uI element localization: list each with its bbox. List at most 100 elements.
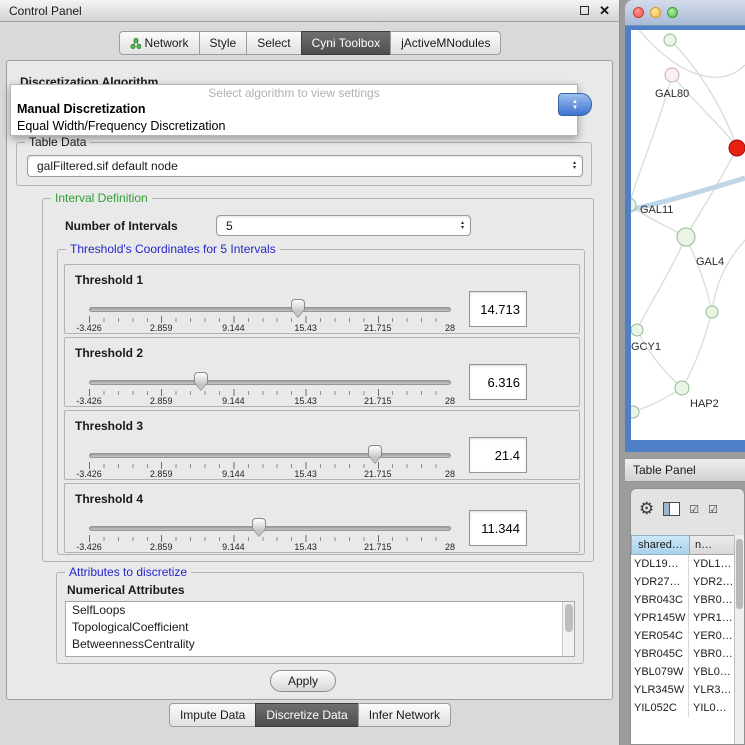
tab-label: Discretize Data — [266, 708, 347, 722]
tick-label: 9.144 — [222, 396, 245, 406]
number-of-intervals-value: 5 — [226, 219, 233, 233]
table-row[interactable]: YDL19…YDL1… — [631, 555, 736, 573]
dropdown-option-manual[interactable]: Manual Discretization — [11, 101, 577, 118]
threshold-slider[interactable]: -3.426 2.859 9.144 15.43 21.715 28 — [89, 451, 451, 479]
slider-track[interactable] — [89, 380, 451, 385]
table-row[interactable]: YBR043CYBR0… — [631, 591, 736, 609]
tick-label: 9.144 — [222, 469, 245, 479]
list-item[interactable]: TopologicalCoefficient — [66, 619, 574, 636]
threshold-value-field[interactable] — [469, 437, 527, 473]
network-node-selected-red[interactable] — [729, 140, 745, 156]
slider-thumb[interactable] — [194, 372, 208, 385]
list-item[interactable]: SelfLoops — [66, 602, 574, 619]
tab-discretize-data[interactable]: Discretize Data — [255, 703, 358, 727]
dropdown-option-equal-width[interactable]: Equal Width/Frequency Discretization — [11, 118, 577, 135]
tab-impute-data[interactable]: Impute Data — [169, 703, 256, 727]
tab-label: Infer Network — [369, 708, 440, 722]
algorithm-combobox-stepper[interactable]: ▲ ▼ — [558, 93, 592, 116]
node-label: GAL11 — [640, 204, 673, 216]
network-window-titlebar[interactable] — [625, 0, 745, 26]
select-all-icon[interactable]: ☑ — [689, 503, 699, 516]
cell: YBL0… — [689, 663, 736, 681]
slider-track[interactable] — [89, 453, 451, 458]
network-node[interactable] — [706, 306, 718, 318]
node-label: GCY1 — [631, 341, 661, 353]
column-header-shared-name[interactable]: shared… — [631, 535, 690, 555]
threshold-slider[interactable]: -3.426 2.859 9.144 15.43 21.715 28 — [89, 378, 451, 406]
cell: YIL0… — [689, 699, 736, 717]
node-label: HAP2 — [690, 398, 719, 410]
network-node[interactable] — [664, 34, 676, 46]
tab-cyni-toolbox[interactable]: Cyni Toolbox — [301, 31, 391, 55]
tick-label: 28 — [445, 323, 455, 333]
network-canvas[interactable]: GAL80 GAL11 GAL4 GCY1 HAP2 — [631, 30, 745, 440]
zoom-traffic-light[interactable] — [667, 7, 678, 18]
tab-style[interactable]: Style — [199, 31, 248, 55]
table-scrollbar[interactable] — [734, 535, 744, 744]
table-row[interactable]: YBL079WYBL0… — [631, 663, 736, 681]
select-rows-icon[interactable]: ☑ — [708, 503, 718, 516]
scrollbar-thumb[interactable] — [736, 539, 743, 609]
network-node[interactable] — [631, 324, 643, 336]
tick-label: 2.859 — [150, 469, 173, 479]
close-traffic-light[interactable] — [633, 7, 644, 18]
columns-icon[interactable] — [663, 502, 680, 516]
table-row[interactable]: YLR345WYLR3… — [631, 681, 736, 699]
network-node[interactable] — [677, 228, 695, 246]
tick-label: 2.859 — [150, 542, 173, 552]
slider-thumb[interactable] — [368, 445, 382, 458]
scrollbar-thumb[interactable] — [565, 604, 573, 632]
threshold-slider[interactable]: -3.426 2.859 9.144 15.43 21.715 28 — [89, 524, 451, 552]
minimize-traffic-light[interactable] — [650, 7, 661, 18]
cell: YPR145W — [631, 609, 689, 627]
table-row[interactable]: YIL052CYIL0… — [631, 699, 736, 717]
slider-ticks — [89, 535, 450, 542]
threshold-slider[interactable]: -3.426 2.859 9.144 15.43 21.715 28 — [89, 305, 451, 333]
tab-network[interactable]: Network — [119, 31, 200, 55]
threshold-value-field[interactable] — [469, 510, 527, 546]
tab-infer-network[interactable]: Infer Network — [358, 703, 451, 727]
slider-thumb[interactable] — [252, 518, 266, 531]
stepper-down-icon: ▼ — [572, 105, 578, 111]
table-row[interactable]: YDR27…YDR2… — [631, 573, 736, 591]
tab-jactivemnodules[interactable]: jActiveMNodules — [390, 31, 501, 55]
table-row[interactable]: YPR145WYPR1… — [631, 609, 736, 627]
threshold-label: Threshold 1 — [75, 273, 143, 287]
desktop: Control Panel ✕ Network Style Select Cyn… — [0, 0, 745, 745]
column-header-name[interactable]: n… — [689, 535, 737, 555]
slider-ticks — [89, 316, 450, 323]
interval-definition-group: Interval Definition Number of Intervals … — [42, 198, 594, 562]
number-of-intervals-combobox[interactable]: 5 ▴▾ — [216, 215, 471, 236]
network-node[interactable] — [675, 381, 689, 395]
close-icon[interactable]: ✕ — [599, 3, 610, 19]
cell: YDL19… — [631, 555, 689, 573]
table-row[interactable]: YER054CYER0… — [631, 627, 736, 645]
gear-icon[interactable]: ⚙ — [639, 499, 654, 519]
attributes-scrollbar[interactable] — [562, 602, 574, 656]
apply-button[interactable]: Apply — [270, 670, 336, 692]
list-item[interactable]: BetweennessCentrality — [66, 636, 574, 653]
network-node[interactable] — [631, 406, 639, 418]
float-window-icon[interactable] — [580, 6, 589, 15]
slider-thumb[interactable] — [291, 299, 305, 312]
threshold-value-field[interactable] — [469, 291, 527, 327]
tab-select[interactable]: Select — [246, 31, 301, 55]
tick-label: 15.43 — [294, 542, 317, 552]
slider-track[interactable] — [89, 526, 451, 531]
cell: YDR27… — [631, 573, 689, 591]
slider-track[interactable] — [89, 307, 451, 312]
cell: YLR3… — [689, 681, 736, 699]
slider-ticks — [89, 389, 450, 396]
cell: YBL079W — [631, 663, 689, 681]
tick-label: -3.426 — [76, 469, 102, 479]
tab-label: jActiveMNodules — [401, 36, 490, 50]
threshold-value-field[interactable] — [469, 364, 527, 400]
network-node[interactable] — [665, 68, 679, 82]
thresholds-group-label: Threshold's Coordinates for 5 Intervals — [66, 242, 280, 256]
tick-label: 9.144 — [222, 542, 245, 552]
tick-label: 15.43 — [294, 396, 317, 406]
table-data-combobox[interactable]: galFiltered.sif default node ▴▾ — [27, 155, 583, 177]
table-row[interactable]: YBR045CYBR0… — [631, 645, 736, 663]
network-icon — [130, 38, 141, 49]
threshold-panel-2: Threshold 2 -3.426 2.859 9.144 15.43 21.… — [64, 337, 580, 407]
